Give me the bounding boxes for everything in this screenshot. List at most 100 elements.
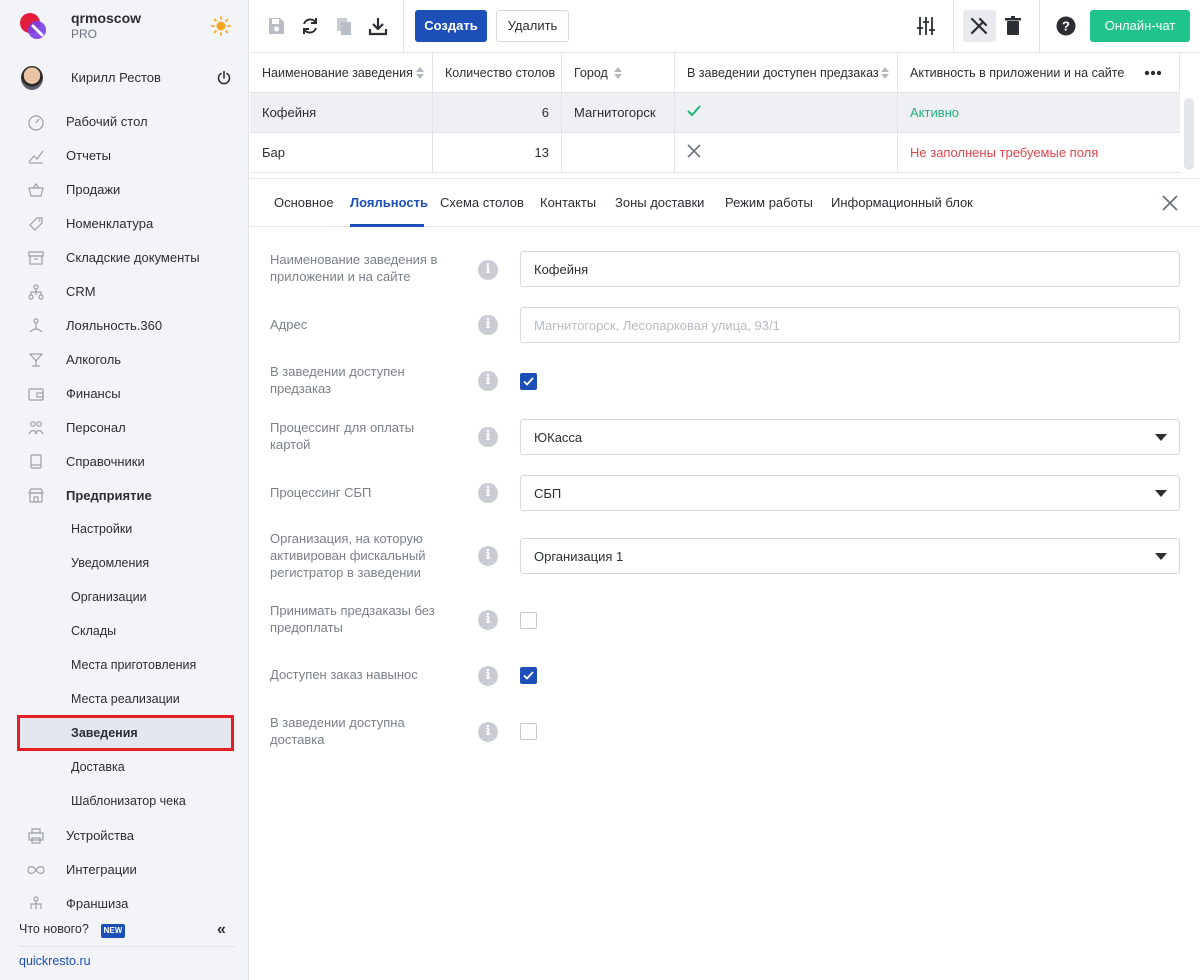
- copy-icon[interactable]: [333, 15, 355, 37]
- tab-table-scheme[interactable]: Схема столов: [440, 195, 524, 210]
- column-header-name[interactable]: Наименование заведения: [250, 53, 433, 93]
- info-icon[interactable]: i: [478, 371, 498, 391]
- subnav-item-organizations[interactable]: Организации: [0, 580, 249, 614]
- dashboard-icon: [28, 115, 44, 131]
- nav-item-enterprise[interactable]: Предприятие: [0, 478, 249, 512]
- hierarchy-icon: [28, 284, 44, 300]
- nav-item-integrations[interactable]: Интеграции: [0, 852, 249, 886]
- column-header-label: Наименование заведения: [262, 66, 413, 80]
- column-header-preorder[interactable]: В заведении доступен предзаказ: [675, 53, 898, 93]
- info-icon[interactable]: i: [478, 315, 498, 335]
- nav-item-sales[interactable]: Продажи: [0, 172, 249, 206]
- table-row[interactable]: Бар 13 Не заполнены требуемые поля: [250, 133, 1180, 173]
- create-button[interactable]: Создать: [415, 10, 487, 42]
- sort-icon[interactable]: [881, 67, 889, 79]
- subnav-item-sale-points[interactable]: Места реализации: [0, 682, 249, 716]
- address-input[interactable]: Магнитогорск, Лесопарковая улица, 93/1: [520, 307, 1180, 343]
- columns-settings-icon[interactable]: [915, 15, 937, 37]
- subnav-item-receipt-template[interactable]: Шаблонизатор чека: [0, 784, 249, 818]
- nav-item-nomenclature[interactable]: Номенклатура: [0, 206, 249, 240]
- refresh-icon[interactable]: [299, 15, 321, 37]
- nav-item-staff[interactable]: Персонал: [0, 410, 249, 444]
- whats-new-link[interactable]: Что нового?: [19, 922, 89, 936]
- takeaway-checkbox[interactable]: [520, 667, 537, 684]
- subnav-item-notifications[interactable]: Уведомления: [0, 546, 249, 580]
- subnav-label: Шаблонизатор чека: [71, 794, 186, 808]
- nav-item-devices[interactable]: Устройства: [0, 818, 249, 852]
- cell-name: Бар: [262, 145, 285, 160]
- organization-select[interactable]: Организация 1: [520, 538, 1180, 574]
- subnav-item-delivery[interactable]: Доставка: [0, 750, 249, 784]
- delete-button[interactable]: Удалить: [496, 10, 569, 42]
- tab-loyalty[interactable]: Лояльность: [350, 195, 428, 210]
- column-header-label: В заведении доступен предзаказ: [687, 66, 879, 80]
- nav-item-alcohol[interactable]: Алкоголь: [0, 342, 249, 376]
- nav-label: Франшиза: [66, 896, 129, 911]
- sbp-processing-select[interactable]: СБП: [520, 475, 1180, 511]
- power-icon[interactable]: [216, 70, 232, 86]
- info-icon[interactable]: i: [478, 722, 498, 742]
- card-processing-select[interactable]: ЮКасса: [520, 419, 1180, 455]
- nav-item-directories[interactable]: Справочники: [0, 444, 249, 478]
- save-icon[interactable]: [265, 15, 287, 37]
- download-icon[interactable]: [367, 15, 389, 37]
- user-profile[interactable]: Кирилл Рестов: [0, 60, 249, 98]
- info-icon[interactable]: i: [478, 666, 498, 686]
- column-header-city[interactable]: Город: [562, 53, 675, 93]
- subnav-label: Доставка: [71, 760, 125, 774]
- tab-contacts[interactable]: Контакты: [540, 195, 596, 210]
- nav-item-loyalty[interactable]: Лояльность.360: [0, 308, 249, 342]
- info-icon[interactable]: i: [478, 483, 498, 503]
- sort-icon[interactable]: [416, 67, 424, 79]
- more-icon[interactable]: [1144, 70, 1162, 76]
- field-label: Наименование заведения в приложении и на…: [270, 252, 438, 284]
- subnav-item-kitchens[interactable]: Места приготовления: [0, 648, 249, 682]
- subnav-label: Склады: [71, 624, 117, 638]
- nav-item-crm[interactable]: CRM: [0, 274, 249, 308]
- nav-item-reports[interactable]: Отчеты: [0, 138, 249, 172]
- sidebar: qrmoscow PRO Кирилл Рестов Рабочий стол …: [0, 0, 249, 980]
- info-icon[interactable]: i: [478, 546, 498, 566]
- tools-icon[interactable]: [968, 15, 990, 37]
- toolbar-separator: [953, 0, 954, 53]
- nav-item-warehouse-docs[interactable]: Складские документы: [0, 240, 249, 274]
- help-icon[interactable]: ?: [1055, 15, 1077, 37]
- info-icon[interactable]: i: [478, 610, 498, 630]
- subnav-item-venues[interactable]: Заведения: [17, 715, 234, 751]
- collapse-sidebar-icon[interactable]: «: [217, 921, 226, 939]
- online-chat-button[interactable]: Онлайн-чат: [1090, 10, 1190, 42]
- tab-info-block[interactable]: Информационный блок: [831, 195, 973, 210]
- store-icon: [28, 488, 44, 503]
- select-value: Организация 1: [534, 549, 624, 564]
- subnav-item-warehouses[interactable]: Склады: [0, 614, 249, 648]
- column-header-tables[interactable]: Количество столов: [433, 53, 562, 93]
- nav-item-finance[interactable]: Финансы: [0, 376, 249, 410]
- no-prepay-checkbox[interactable]: [520, 612, 537, 629]
- info-icon[interactable]: i: [478, 427, 498, 447]
- field-label: Организация, на которую активирован фиск…: [270, 531, 426, 580]
- nav-label: Алкоголь: [66, 352, 122, 367]
- delivery-checkbox[interactable]: [520, 723, 537, 740]
- archive-icon: [28, 251, 44, 265]
- nav-item-dashboard[interactable]: Рабочий стол: [0, 104, 249, 138]
- preorder-checkbox[interactable]: [520, 373, 537, 390]
- sort-icon[interactable]: [614, 67, 622, 79]
- sun-icon[interactable]: [211, 16, 231, 36]
- site-link[interactable]: quickresto.ru: [19, 954, 91, 968]
- table-scrollbar[interactable]: [1184, 98, 1194, 170]
- trash-icon[interactable]: [1002, 15, 1024, 37]
- close-icon[interactable]: [1161, 194, 1179, 212]
- subnav-item-settings[interactable]: Настройки: [0, 512, 249, 546]
- info-icon[interactable]: i: [478, 260, 498, 280]
- column-header-activity[interactable]: Активность в приложении и на сайте: [898, 53, 1180, 93]
- tab-main[interactable]: Основное: [274, 195, 334, 210]
- tab-working-hours[interactable]: Режим работы: [725, 195, 813, 210]
- table-row[interactable]: Кофейня 6 Магнитогорск Активно: [250, 93, 1180, 133]
- tag-icon: [29, 217, 43, 231]
- new-badge: NEW: [101, 924, 125, 938]
- venue-name-input[interactable]: Кофейня: [520, 251, 1180, 287]
- wallet-icon: [28, 388, 44, 401]
- select-value: СБП: [534, 486, 562, 501]
- tab-delivery-zones[interactable]: Зоны доставки: [615, 195, 704, 210]
- nav-item-franchise[interactable]: Франшиза: [0, 886, 249, 920]
